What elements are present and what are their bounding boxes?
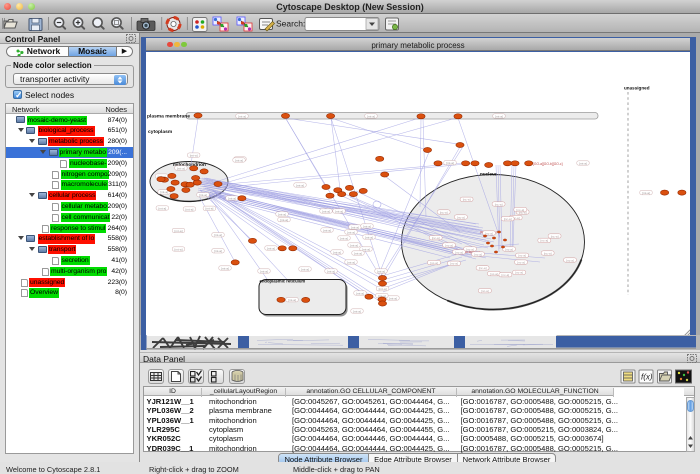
svg-text:[mt-a]: [mt-a]	[377, 269, 385, 273]
svg-text:[mt-a]: [mt-a]	[333, 250, 341, 254]
svg-text:[mt-a]: [mt-a]	[301, 267, 309, 271]
svg-text:[mt-a]: [mt-a]	[260, 269, 268, 273]
svg-text:[mt-a]: [mt-a]	[389, 296, 397, 300]
svg-text:[mt-a]: [mt-a]	[221, 266, 229, 270]
svg-text:[mt-a]: [mt-a]	[185, 207, 193, 211]
svg-text:[nc-a]: [nc-a]	[474, 252, 482, 256]
svg-text:[mt-a]: [mt-a]	[356, 291, 364, 295]
svg-text:[mt-a]: [mt-a]	[175, 247, 183, 251]
svg-text:[mt-a]: [mt-a]	[199, 193, 207, 197]
svg-text:[nc-a]: [nc-a]	[455, 250, 463, 254]
svg-text:[nc-a]: [nc-a]	[440, 210, 448, 214]
svg-text:[nc-a]: [nc-a]	[485, 231, 493, 235]
svg-text:[mt-a]: [mt-a]	[190, 153, 198, 157]
svg-text:[nc-a]: [nc-a]	[518, 254, 526, 258]
svg-text:[nc-a]: [nc-a]	[490, 272, 498, 276]
svg-text:[nc-a]: [nc-a]	[517, 260, 525, 264]
svg-text:[mt-a]: [mt-a]	[446, 161, 454, 165]
svg-text:[mt-a]: [mt-a]	[175, 229, 183, 233]
svg-text:[nc-a]: [nc-a]	[515, 271, 523, 275]
svg-text:[mt-a]: [mt-a]	[214, 249, 222, 253]
svg-text:[mt-a]: [mt-a]	[296, 183, 304, 187]
svg-text:[mt-a]: [mt-a]	[205, 207, 213, 211]
svg-text:cytoplasm: cytoplasm	[148, 129, 173, 135]
svg-text:[nc-a]: [nc-a]	[432, 236, 440, 240]
svg-text:[mt-a]: [mt-a]	[335, 209, 343, 213]
svg-text:[nc-a]: [nc-a]	[481, 289, 489, 293]
svg-text:[mt-a]: [mt-a]	[267, 246, 275, 250]
svg-text:[mt-a]: [mt-a]	[347, 230, 355, 234]
svg-text:[nc-a]: [nc-a]	[445, 243, 453, 247]
svg-text:[nc-a]: [nc-a]	[516, 208, 524, 212]
svg-text:[mt-a]: [mt-a]	[228, 196, 236, 200]
svg-text:[mt-a]: [mt-a]	[322, 209, 330, 213]
svg-text:[nc-a]: [nc-a]	[450, 262, 458, 266]
svg-text:[mt-a]: [mt-a]	[280, 218, 288, 222]
svg-text:[mt-a]: [mt-a]	[642, 191, 650, 195]
svg-text:[mt-a]: [mt-a]	[351, 225, 359, 229]
svg-text:[mt-a]: [mt-a]	[579, 161, 587, 165]
svg-text:[mt-a]: [mt-a]	[350, 243, 358, 247]
svg-text:[mt-a]: [mt-a]	[363, 224, 371, 228]
svg-text:[nc-a]: [nc-a]	[502, 273, 510, 277]
svg-text:[mt-a]: [mt-a]	[288, 298, 296, 302]
svg-text:[mt-a]: [mt-a]	[379, 287, 387, 291]
svg-text:[nc-a]: [nc-a]	[504, 217, 512, 221]
svg-text:[mt-a]: [mt-a]	[365, 235, 373, 239]
svg-text:[nc-a]: [nc-a]	[540, 239, 548, 243]
svg-text:[mt-a]: [mt-a]	[278, 212, 286, 216]
svg-text:[nc-a]: [nc-a]	[463, 198, 471, 202]
svg-text:unassigned: unassigned	[624, 86, 650, 91]
svg-text:[nc-a]: [nc-a]	[551, 234, 559, 238]
svg-text:[GO-a][GO-b][GO-c]: [GO-a][GO-b][GO-c]	[533, 162, 563, 166]
svg-text:[nc-a]: [nc-a]	[466, 247, 474, 251]
svg-text:[mt-a]: [mt-a]	[214, 233, 222, 237]
svg-text:[nc-a]: [nc-a]	[457, 215, 465, 219]
svg-text:[mt-a]: [mt-a]	[238, 114, 246, 118]
svg-text:[mt-a]: [mt-a]	[354, 251, 362, 255]
svg-text:[nc-a]: [nc-a]	[505, 247, 513, 251]
svg-text:endoplasmic reticulum: endoplasmic reticulum	[260, 279, 306, 284]
svg-text:plasma membrane: plasma membrane	[147, 113, 190, 119]
svg-text:[mt-a]: [mt-a]	[347, 260, 355, 264]
svg-text:[mt-a]: [mt-a]	[353, 309, 361, 313]
svg-text:[mt-a]: [mt-a]	[235, 158, 243, 162]
svg-text:[mt-a]: [mt-a]	[158, 206, 166, 210]
svg-text:[mt-a]: [mt-a]	[160, 190, 168, 194]
svg-text:[nc-a]: [nc-a]	[495, 202, 503, 206]
svg-text:[mt-a]: [mt-a]	[177, 166, 185, 170]
svg-text:[nc-a]: [nc-a]	[544, 251, 552, 255]
svg-text:[mt-a]: [mt-a]	[323, 228, 331, 232]
svg-text:[mt-a]: [mt-a]	[367, 114, 375, 118]
svg-text:[mt-a]: [mt-a]	[327, 269, 335, 273]
svg-text:[mt-a]: [mt-a]	[495, 114, 503, 118]
svg-text:[nc-a]: [nc-a]	[566, 258, 574, 262]
svg-text:[nc-a]: [nc-a]	[430, 261, 438, 265]
svg-text:nucleus: nucleus	[480, 172, 498, 177]
svg-text:f(x): f(x)	[641, 373, 653, 382]
svg-text:[nc-a]: [nc-a]	[479, 266, 487, 270]
svg-text:Search:: Search:	[276, 19, 305, 29]
svg-text:[mt-a]: [mt-a]	[340, 236, 348, 240]
